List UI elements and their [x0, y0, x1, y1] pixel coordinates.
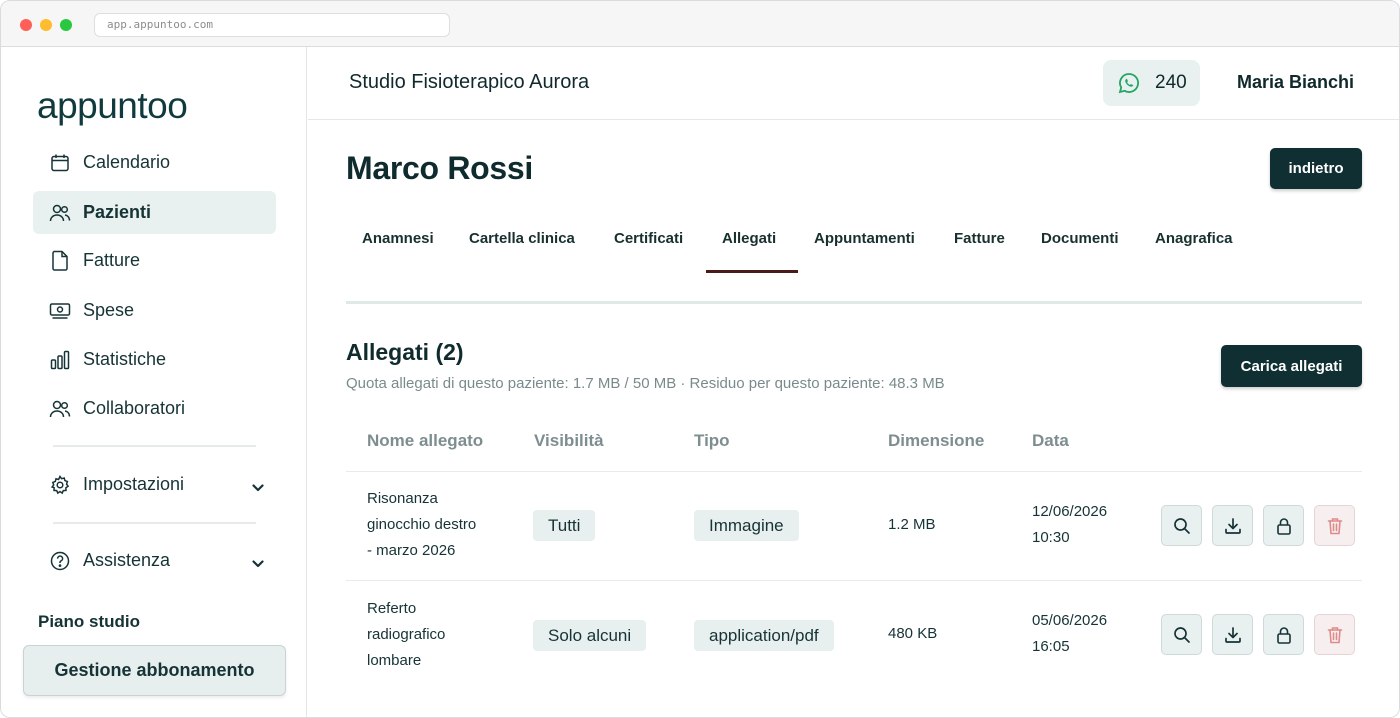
- permissions-button[interactable]: [1263, 614, 1304, 655]
- search-icon: [1173, 517, 1190, 534]
- sidebar-divider: [53, 445, 256, 447]
- tab-anagrafica[interactable]: Anagrafica: [1155, 230, 1233, 247]
- app-logo[interactable]: appuntoo: [37, 85, 188, 127]
- bar-chart-icon: [49, 349, 71, 371]
- visibility-badge: Solo alcuni: [533, 620, 647, 651]
- tabs-divider: [346, 301, 1362, 304]
- search-icon: [1173, 626, 1190, 643]
- whatsapp-icon: [1118, 73, 1139, 94]
- attachment-size: 480 KB: [888, 625, 938, 642]
- active-tab-indicator: [706, 270, 798, 273]
- sidebar-item-collaboratori[interactable]: Collaboratori: [33, 387, 276, 430]
- money-icon: [49, 300, 71, 322]
- trash-icon: [1327, 517, 1342, 534]
- tab-bar: Anamnesi Cartella clinica Certificati Al…: [346, 218, 1362, 304]
- minimize-window-button[interactable]: [40, 19, 52, 31]
- tab-appuntamenti[interactable]: Appuntamenti: [814, 230, 915, 247]
- attachment-date: 12/06/2026 10:30: [1032, 503, 1108, 546]
- attachment-date: 05/06/2026 16:05: [1032, 612, 1108, 655]
- top-bar: Studio Fisioterapico Aurora 240 Maria Bi…: [308, 47, 1399, 120]
- back-button[interactable]: indietro: [1270, 148, 1362, 189]
- tab-cartella-clinica[interactable]: Cartella clinica: [469, 230, 575, 247]
- trash-icon: [1327, 626, 1342, 643]
- whatsapp-credits-badge[interactable]: 240: [1103, 60, 1200, 106]
- sidebar-item-label: Pazienti: [83, 202, 152, 222]
- document-icon: [49, 250, 71, 272]
- sidebar-item-statistiche[interactable]: Statistiche: [33, 338, 276, 381]
- column-header-type[interactable]: Tipo: [694, 431, 730, 451]
- tab-fatture[interactable]: Fatture: [954, 230, 1005, 247]
- sidebar-item-assistenza[interactable]: Assistenza: [33, 539, 276, 582]
- main-content: Marco Rossi indietro Anamnesi Cartella c…: [308, 120, 1399, 717]
- upload-attachments-button[interactable]: Carica allegati: [1221, 345, 1362, 387]
- attachments-quota: Quota allegati di questo paziente: 1.7 M…: [346, 375, 945, 392]
- column-header-visibility[interactable]: Visibilità: [534, 431, 604, 451]
- attachment-size: 1.2 MB: [888, 516, 936, 533]
- sidebar-item-label: Assistenza: [83, 550, 171, 570]
- attachments-title: Allegati (2): [346, 339, 464, 365]
- tab-anamnesi[interactable]: Anamnesi: [362, 230, 434, 247]
- address-bar[interactable]: app.appuntoo.com: [94, 13, 450, 37]
- type-badge: Immagine: [694, 510, 799, 541]
- sidebar: appuntoo Calendario Pazienti Fatture Spe…: [1, 47, 307, 717]
- column-header-date[interactable]: Data: [1032, 431, 1069, 451]
- sidebar-item-label: Statistiche: [83, 349, 167, 369]
- browser-chrome: app.appuntoo.com: [1, 1, 1399, 47]
- maximize-window-button[interactable]: [60, 19, 72, 31]
- download-icon: [1224, 517, 1241, 534]
- visibility-badge: Tutti: [533, 510, 596, 541]
- table-divider: [346, 580, 1362, 581]
- attachment-name[interactable]: Risonanza ginocchio destro - marzo 2026: [367, 486, 507, 564]
- lock-icon: [1276, 626, 1291, 644]
- users-icon: [49, 398, 71, 420]
- page-title: Marco Rossi: [346, 150, 533, 186]
- lock-icon: [1276, 517, 1291, 535]
- studio-name: Studio Fisioterapico Aurora: [349, 71, 590, 93]
- delete-button[interactable]: [1314, 505, 1355, 546]
- sidebar-divider: [53, 522, 256, 524]
- close-window-button[interactable]: [20, 19, 32, 31]
- attachment-name[interactable]: Referto radiografico lombare: [367, 596, 507, 674]
- download-button[interactable]: [1212, 505, 1253, 546]
- tab-allegati[interactable]: Allegati: [722, 230, 776, 247]
- preview-button[interactable]: [1161, 505, 1202, 546]
- type-badge: application/pdf: [694, 620, 834, 651]
- download-icon: [1224, 626, 1241, 643]
- download-button[interactable]: [1212, 614, 1253, 655]
- sidebar-item-label: Calendario: [83, 152, 171, 172]
- table-divider: [346, 471, 1362, 472]
- chevron-down-icon[interactable]: [252, 552, 264, 573]
- sidebar-item-calendario[interactable]: Calendario: [33, 141, 276, 184]
- browser-window: app.appuntoo.com appuntoo Calendario Paz…: [0, 0, 1400, 718]
- sidebar-item-fatture[interactable]: Fatture: [33, 239, 276, 282]
- help-circle-icon: [49, 550, 71, 572]
- delete-button[interactable]: [1314, 614, 1355, 655]
- column-header-size[interactable]: Dimensione: [888, 431, 984, 451]
- sidebar-item-spese[interactable]: Spese: [33, 289, 276, 332]
- users-icon: [49, 202, 71, 224]
- sidebar-item-label: Fatture: [83, 250, 141, 270]
- plan-label: Piano studio: [38, 612, 140, 631]
- column-header-name[interactable]: Nome allegato: [367, 431, 483, 451]
- whatsapp-count: 240: [1155, 72, 1187, 93]
- permissions-button[interactable]: [1263, 505, 1304, 546]
- sidebar-item-impostazioni[interactable]: Impostazioni: [33, 463, 276, 506]
- sidebar-item-label: Impostazioni: [83, 474, 185, 494]
- sidebar-item-label: Spese: [83, 300, 135, 320]
- manage-subscription-button[interactable]: Gestione abbonamento: [23, 645, 286, 696]
- preview-button[interactable]: [1161, 614, 1202, 655]
- tab-documenti[interactable]: Documenti: [1041, 230, 1119, 247]
- sidebar-item-label: Collaboratori: [83, 398, 186, 418]
- chevron-down-icon[interactable]: [252, 476, 264, 497]
- user-name[interactable]: Maria Bianchi: [1237, 72, 1354, 93]
- sidebar-item-pazienti[interactable]: Pazienti: [33, 191, 276, 234]
- gear-icon: [49, 474, 71, 496]
- tab-certificati[interactable]: Certificati: [614, 230, 683, 247]
- calendar-icon: [49, 152, 71, 174]
